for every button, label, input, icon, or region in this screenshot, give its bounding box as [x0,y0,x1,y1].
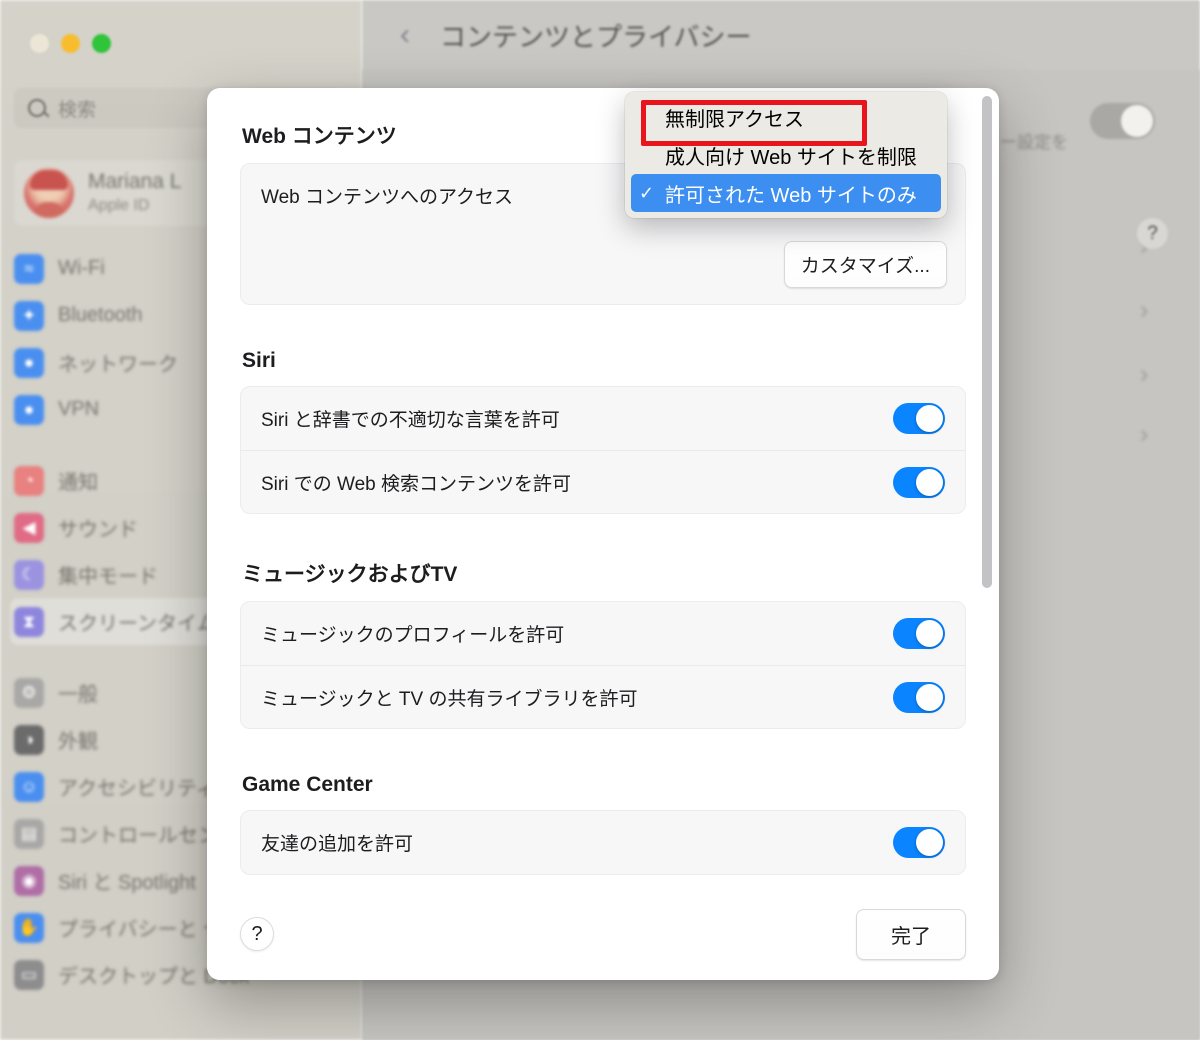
scrollbar-thumb[interactable] [982,96,992,588]
chevron-right-icon[interactable]: › [1140,360,1148,389]
screen-time-icon: ⧗ [14,606,44,637]
sidebar-item-label: アクセシビリティ [58,778,216,800]
help-button[interactable]: ? [240,917,274,951]
sidebar-item-label: スクリーンタイム [58,613,217,635]
siri-spotlight-icon: ◉ [14,865,44,896]
sidebar-item-label: Siri と Spotlight [58,872,196,894]
toggle-switch[interactable] [893,466,945,498]
settings-card: Siri と辞書での不適切な言葉を許可 Siri での Web 検索コンテンツを許… [240,386,966,514]
privacy-security-icon: ✋ [14,912,44,943]
wifi-icon: ≈ [14,253,44,284]
settings-row: 友達の追加を許可 [241,811,965,874]
row-label: 友達の追加を許可 [261,834,414,855]
focus-icon: ☾ [14,559,44,590]
account-name: Mariana L [88,170,182,194]
minimize-button[interactable] [61,34,80,53]
settings-row: ミュージックのプロフィールを許可 [241,602,965,665]
toggle-switch[interactable] [893,403,945,434]
account-subtitle: Apple ID [88,196,150,214]
search-placeholder: 検索 [58,99,97,121]
settings-row: Siri での Web 検索コンテンツを許可 [241,450,965,513]
sidebar-item-label: 外観 [58,731,98,753]
sidebar-item-label: ネットワーク [58,354,178,376]
checkmark-icon: ✓ [639,182,655,203]
background-toggle[interactable] [1090,103,1155,139]
general-icon: ⚙ [14,677,44,708]
settings-card: 友達の追加を許可 [240,810,966,875]
close-button[interactable] [30,34,49,53]
row-label: ミュージックと TV の共有ライブラリを許可 [261,688,638,710]
window-titlebar: ‹ コンテンツとプライバシー [362,0,1200,70]
page-title: コンテンツとプライバシー [440,21,752,52]
back-chevron-icon[interactable]: ‹ [400,18,410,52]
dropdown-option-label: 無制限アクセス [665,108,804,131]
vpn-icon: ● [14,394,44,425]
sidebar-item-label: Bluetooth [58,304,143,326]
dropdown-option-2[interactable]: 成人向け Web サイトを制限 [631,136,941,174]
web-content-dropdown-menu[interactable]: 無制限アクセス成人向け Web サイトを制限 ✓ 許可された Web サイトのみ [625,92,947,218]
section-3: ミュージックおよびTV ミュージックのプロフィールを許可ミュージックと TV の共… [240,558,966,729]
bluetooth-icon: ✦ [14,300,44,331]
dropdown-option-1[interactable]: 無制限アクセス [631,98,941,136]
sidebar-item-label: Wi-Fi [58,257,105,279]
sidebar-item-label: 一般 [58,684,98,706]
appearance-icon: ◑ [14,724,44,755]
zoom-button[interactable] [92,34,111,53]
row-label: Siri と辞書での不適切な言葉を許可 [261,410,560,431]
accessibility-icon: ☺ [14,771,44,802]
toggle-switch[interactable] [893,827,945,858]
sidebar-item-label: 通知 [58,472,98,494]
content-privacy-sheet: Web コンテンツ Web コンテンツへのアクセス カスタマイズ... Siri Sir… [207,88,999,980]
notifications-icon: ◔ [14,465,44,496]
network-icon: ● [14,347,44,378]
sound-icon: ◀ [14,512,44,543]
sheet-scrollbar[interactable] [982,96,992,880]
background-help-button[interactable]: ? [1137,218,1168,249]
sidebar-item-label: 集中モード [58,566,158,588]
avatar [24,168,74,218]
row-label: Web コンテンツへのアクセス [261,187,514,208]
section-title: Game Center [242,773,373,796]
dropdown-option-label: 成人向け Web サイトを制限 [665,146,917,169]
section-title: ミュージックおよびTV [242,563,458,586]
dropdown-option-3[interactable]: ✓ 許可された Web サイトのみ [631,174,941,212]
screenshot-root: ‹ コンテンツとプライバシー 検索 Mariana L Apple ID ≈ Wi… [0,0,1200,1040]
done-button[interactable]: 完了 [856,908,966,960]
row-label: Siri での Web 検索コンテンツを許可 [261,473,572,495]
control-center-icon: ▤ [14,818,44,849]
background-partial-text: ー設定を [1000,133,1068,152]
card-button-area: カスタマイズ... [241,227,965,304]
customize-button[interactable]: カスタマイズ... [783,241,947,288]
sidebar-item-label: サウンド [58,519,138,541]
dropdown-option-label: 許可された Web サイトのみ [665,184,917,207]
row-label: ミュージックのプロフィールを許可 [261,625,565,646]
settings-row: ミュージックと TV の共有ライブラリを許可 [241,665,965,728]
search-icon [28,99,46,117]
settings-row: Siri と辞書での不適切な言葉を許可 [241,387,965,450]
section-4: Game Center 友達の追加を許可 [240,773,966,875]
sidebar-item-label: VPN [58,398,100,420]
sheet-footer: ? 完了 [207,888,999,980]
toggle-switch[interactable] [893,681,945,713]
desktop-dock-icon: ▭ [14,959,44,990]
section-2: Siri Siri と辞書での不適切な言葉を許可 Siri での Web 検索コンテ… [240,349,966,514]
toggle-switch[interactable] [893,618,945,649]
chevron-right-icon[interactable]: › [1140,296,1148,325]
chevron-right-icon[interactable]: › [1140,420,1148,449]
section-title: Siri [242,349,276,372]
settings-card: ミュージックのプロフィールを許可ミュージックと TV の共有ライブラリを許可 [240,601,966,729]
traffic-lights [30,34,111,53]
